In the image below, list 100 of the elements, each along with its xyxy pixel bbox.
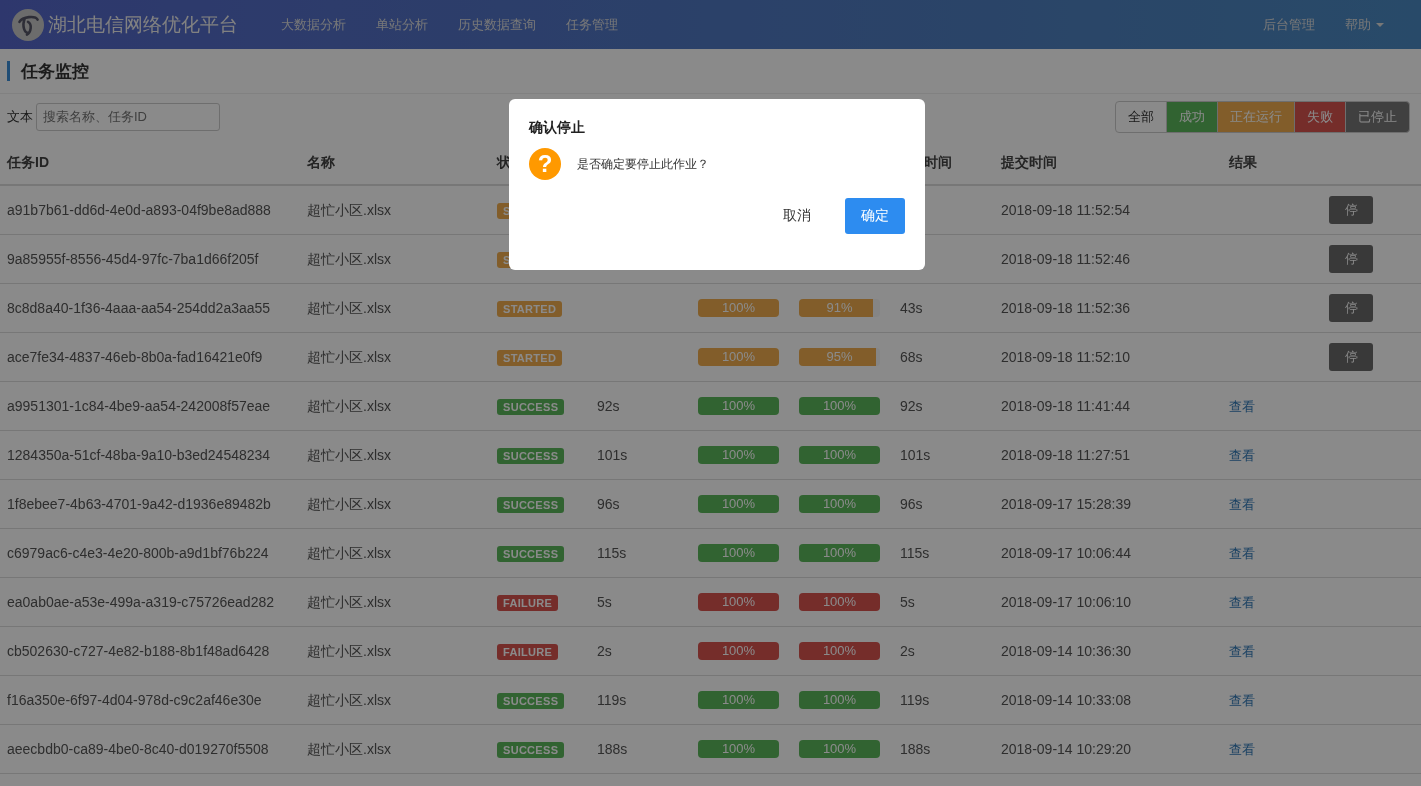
duration: 96s bbox=[597, 496, 620, 512]
status-label: SUCCESS bbox=[497, 399, 565, 415]
nav-link[interactable]: 后台管理 bbox=[1248, 15, 1330, 34]
dropdown-menu-link[interactable]: 帮助 bbox=[1330, 15, 1399, 34]
search-label: 文本 bbox=[7, 107, 33, 126]
page-title: 任务监控 bbox=[21, 60, 89, 83]
nav-link[interactable]: 大数据分析 bbox=[266, 15, 361, 34]
progress-reading: 100% bbox=[821, 446, 858, 464]
view-link[interactable]: 查看 bbox=[1229, 496, 1255, 512]
view-link[interactable]: 查看 bbox=[1229, 741, 1255, 757]
elapsed-time: 188s bbox=[900, 741, 931, 757]
stop-button[interactable]: 停 bbox=[1329, 294, 1373, 322]
file-name: 超忙小区.xlsx bbox=[307, 250, 391, 267]
elapsed-time: 68s bbox=[900, 349, 923, 365]
nav-link[interactable]: 单站分析 bbox=[361, 15, 443, 34]
brand-title[interactable]: 湖北电信网络优化平台 bbox=[48, 11, 238, 38]
nav-link[interactable]: 历史数据查询 bbox=[443, 15, 551, 34]
task-id: ace7fe34-4837-46eb-8b0a-fad16421e0f9 bbox=[7, 349, 263, 365]
dialog-title: 确认停止 bbox=[529, 119, 586, 137]
file-name: 超忙小区.xlsx bbox=[307, 397, 391, 414]
file-name: 超忙小区.xlsx bbox=[307, 642, 391, 659]
progress-reading: 100% bbox=[720, 691, 757, 709]
elapsed-time: 115s bbox=[900, 545, 930, 561]
progress-reading: 100% bbox=[720, 593, 757, 611]
status-label: FAILURE bbox=[497, 644, 559, 660]
filter-button[interactable]: 已停止 bbox=[1345, 100, 1410, 133]
status-label: STARTED bbox=[497, 301, 563, 317]
stop-button[interactable]: 停 bbox=[1329, 343, 1373, 371]
submit-time: 2018-09-18 11:52:54 bbox=[1001, 202, 1130, 218]
task-id: cb502630-c727-4e82-b188-8b1f48ad6428 bbox=[7, 643, 270, 659]
progress-reading: 100% bbox=[720, 495, 757, 513]
submit-time: 2018-09-14 10:36:30 bbox=[1001, 643, 1131, 659]
confirm-button[interactable]: 确定 bbox=[845, 198, 905, 234]
progress-reading: 95% bbox=[825, 348, 854, 366]
column-header: 提交时间 bbox=[1001, 154, 1057, 170]
submit-time: 2018-09-18 11:52:46 bbox=[1001, 251, 1130, 267]
task-id: c6979ac6-c4e3-4e20-800b-a9d1bf76b224 bbox=[7, 545, 269, 561]
duration: 119s bbox=[597, 692, 627, 708]
progress-reading: 100% bbox=[720, 348, 757, 366]
dialog-message: 是否确定要停止此作业？ bbox=[577, 155, 709, 173]
task-id: a9951301-1c84-4be9-aa54-242008f57eae bbox=[7, 398, 271, 414]
view-link[interactable]: 查看 bbox=[1229, 545, 1255, 561]
submit-time: 2018-09-18 11:27:51 bbox=[1001, 447, 1130, 463]
task-id: a91b7b61-dd6d-4e0d-a893-04f9be8ad888 bbox=[7, 202, 271, 218]
progress-reading: 100% bbox=[821, 740, 858, 758]
duration: 2s bbox=[597, 643, 612, 659]
duration: 92s bbox=[597, 398, 620, 414]
progress-reading: 100% bbox=[821, 593, 858, 611]
filter-button[interactable]: 失败 bbox=[1294, 100, 1346, 133]
filter-button[interactable]: 成功 bbox=[1166, 100, 1218, 133]
task-id: aeecbdb0-ca89-4be0-8c40-d019270f5508 bbox=[7, 741, 269, 757]
search-field[interactable]: 搜索名称、任务ID bbox=[36, 102, 220, 131]
file-name: 超忙小区.xlsx bbox=[307, 446, 391, 463]
stop-button[interactable]: 停 bbox=[1329, 196, 1373, 224]
elapsed-time: 5s bbox=[900, 594, 915, 610]
stop-button[interactable]: 停 bbox=[1329, 245, 1373, 273]
duration: 101s bbox=[597, 447, 628, 463]
task-id: 1f8ebee7-4b63-4701-9a42-d1936e89482b bbox=[7, 496, 271, 512]
file-name: 超忙小区.xlsx bbox=[307, 348, 391, 365]
status-label: STARTED bbox=[497, 350, 563, 366]
question-icon: ? bbox=[529, 148, 561, 180]
elapsed-time: 101s bbox=[900, 447, 931, 463]
nav-link[interactable]: 任务管理 bbox=[551, 15, 633, 34]
file-name: 超忙小区.xlsx bbox=[307, 593, 391, 610]
progress-reading: 100% bbox=[821, 642, 858, 660]
progress-reading: 100% bbox=[821, 397, 858, 415]
progress-reading: 100% bbox=[821, 691, 858, 709]
progress-reading: 100% bbox=[821, 495, 858, 513]
file-name: 超忙小区.xlsx bbox=[307, 495, 391, 512]
column-header: 结果 bbox=[1229, 154, 1257, 170]
status-label: SUCCESS bbox=[497, 546, 565, 562]
submit-time: 2018-09-17 10:06:44 bbox=[1001, 545, 1131, 561]
elapsed-time: 43s bbox=[900, 300, 923, 316]
elapsed-time: 2s bbox=[900, 643, 915, 659]
submit-time: 2018-09-18 11:52:36 bbox=[1001, 300, 1130, 316]
submit-time: 2018-09-14 10:29:20 bbox=[1001, 741, 1131, 757]
status-label: SUCCESS bbox=[497, 693, 565, 709]
file-name: 超忙小区.xlsx bbox=[307, 691, 391, 708]
progress-reading: 100% bbox=[720, 299, 757, 317]
status-label: SUCCESS bbox=[497, 448, 565, 464]
view-link[interactable]: 查看 bbox=[1229, 447, 1255, 463]
title-accent-bar bbox=[7, 61, 10, 81]
status-label: SUCCESS bbox=[497, 742, 565, 758]
progress-reading: 100% bbox=[720, 740, 757, 758]
task-id: f16a350e-6f97-4d04-978d-c9c2af46e30e bbox=[7, 692, 262, 708]
filter-button[interactable]: 全部 bbox=[1115, 100, 1167, 133]
view-link[interactable]: 查看 bbox=[1229, 692, 1255, 708]
task-id: 9a85955f-8556-45d4-97fc-7ba1d66f205f bbox=[7, 251, 259, 267]
elapsed-time: 96s bbox=[900, 496, 923, 512]
submit-time: 2018-09-18 11:41:44 bbox=[1001, 398, 1130, 414]
elapsed-time: 119s bbox=[900, 692, 930, 708]
submit-time: 2018-09-17 10:06:10 bbox=[1001, 594, 1131, 610]
progress-reading: 100% bbox=[720, 446, 757, 464]
view-link[interactable]: 查看 bbox=[1229, 594, 1255, 610]
task-id: 8c8d8a40-1f36-4aaa-aa54-254dd2a3aa55 bbox=[7, 300, 271, 316]
view-link[interactable]: 查看 bbox=[1229, 398, 1255, 414]
submit-time: 2018-09-14 10:33:08 bbox=[1001, 692, 1131, 708]
view-link[interactable]: 查看 bbox=[1229, 643, 1255, 659]
task-id: ea0ab0ae-a53e-499a-a319-c75726ead282 bbox=[7, 594, 275, 610]
filter-button[interactable]: 正在运行 bbox=[1217, 100, 1295, 133]
